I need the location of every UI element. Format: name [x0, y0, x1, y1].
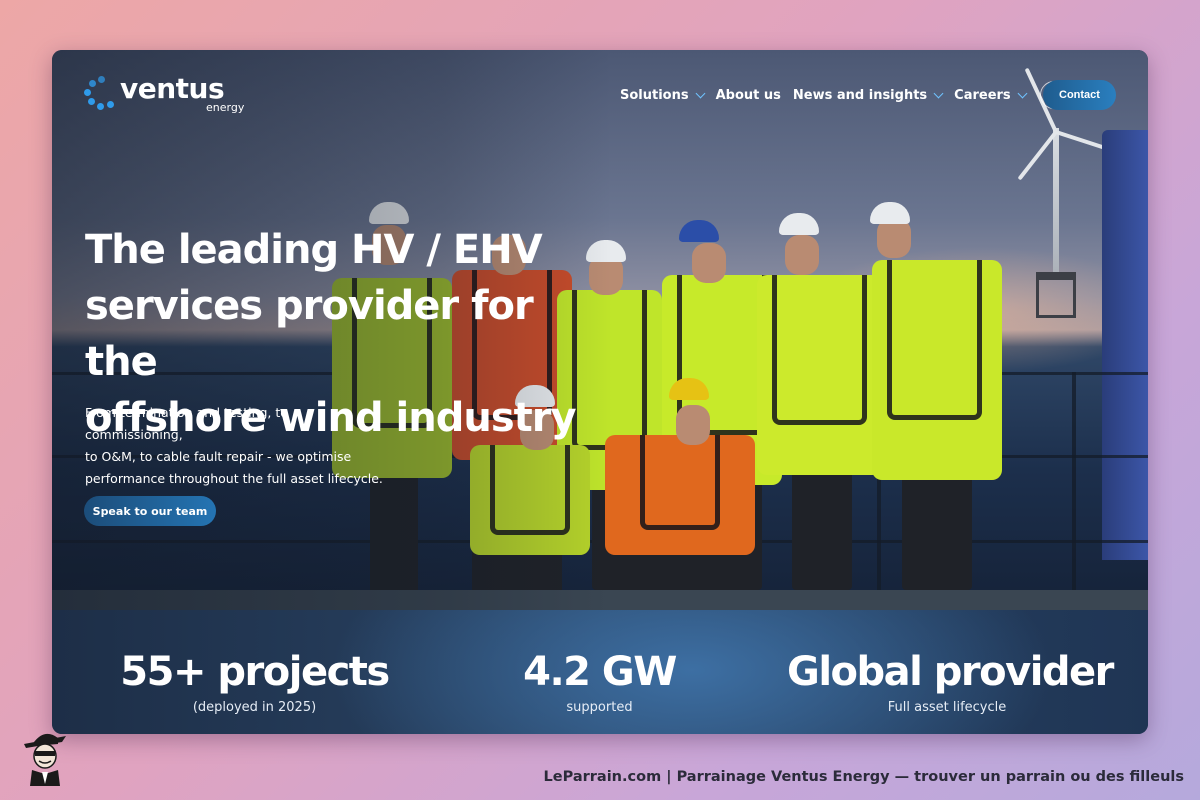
stat-value: 55+ projects [120, 649, 390, 695]
hero-subtext: From termination and testing, to commiss… [85, 402, 385, 490]
stat-value: 4.2 GW [523, 649, 677, 695]
stat-value: Global provider [787, 649, 1114, 695]
main-nav: Solutions About us News and insights Car… [620, 80, 1068, 110]
hero-section: ventus energy Solutions About us News an… [52, 50, 1148, 610]
stat-capacity: 4.2 GW supported [477, 610, 722, 715]
subtext-line: From termination and testing, to commiss… [85, 405, 288, 442]
turbine-foundation [1036, 272, 1076, 318]
nav-item-label: Solutions [620, 87, 689, 103]
leparrain-mascot-logo [24, 733, 66, 786]
vessel-hull-image [1102, 130, 1148, 560]
nav-item-label: News and insights [792, 87, 928, 103]
browser-frame: ventus energy Solutions About us News an… [52, 50, 1148, 734]
turbine-blade [1017, 130, 1058, 181]
nav-item-news-and-insights[interactable]: News and insights [792, 87, 944, 103]
chevron-down-icon [933, 88, 944, 98]
stats-band: 55+ projects (deployed in 2025) 4.2 GW s… [52, 610, 1148, 734]
headline-line: services provider for the [85, 283, 534, 385]
nav-item-about-us[interactable]: About us [716, 88, 781, 103]
logo-dots-icon [84, 76, 120, 112]
stat-global: Global provider Full asset lifecycle [787, 610, 1114, 715]
subtext-line: performance throughout the full asset li… [85, 471, 383, 486]
wind-turbine-image [1053, 128, 1059, 278]
stat-label: (deployed in 2025) [192, 700, 317, 715]
stat-label: Full asset lifecycle [887, 700, 1007, 715]
ventus-logo[interactable]: ventus energy [84, 72, 244, 118]
headline-line: The leading HV / EHV [85, 227, 543, 273]
stat-projects: 55+ projects (deployed in 2025) [112, 610, 397, 715]
speak-to-our-team-button[interactable]: Speak to our team [84, 496, 216, 526]
page-caption: LeParrain.com | Parrainage Ventus Energy… [543, 769, 1184, 785]
stat-label: supported [566, 700, 633, 715]
logo-subtitle: energy [206, 101, 245, 114]
railing-post [1072, 372, 1076, 592]
nav-item-solutions[interactable]: Solutions [620, 87, 706, 103]
nav-item-careers[interactable]: Careers [954, 87, 1028, 103]
nav-item-label: About us [715, 87, 781, 103]
subtext-line: to O&M, to cable fault repair - we optim… [85, 449, 352, 464]
nav-item-label: Careers [954, 87, 1011, 103]
contact-button[interactable]: Contact [1043, 80, 1116, 110]
chevron-down-icon [1017, 88, 1028, 98]
chevron-down-icon [695, 88, 706, 98]
